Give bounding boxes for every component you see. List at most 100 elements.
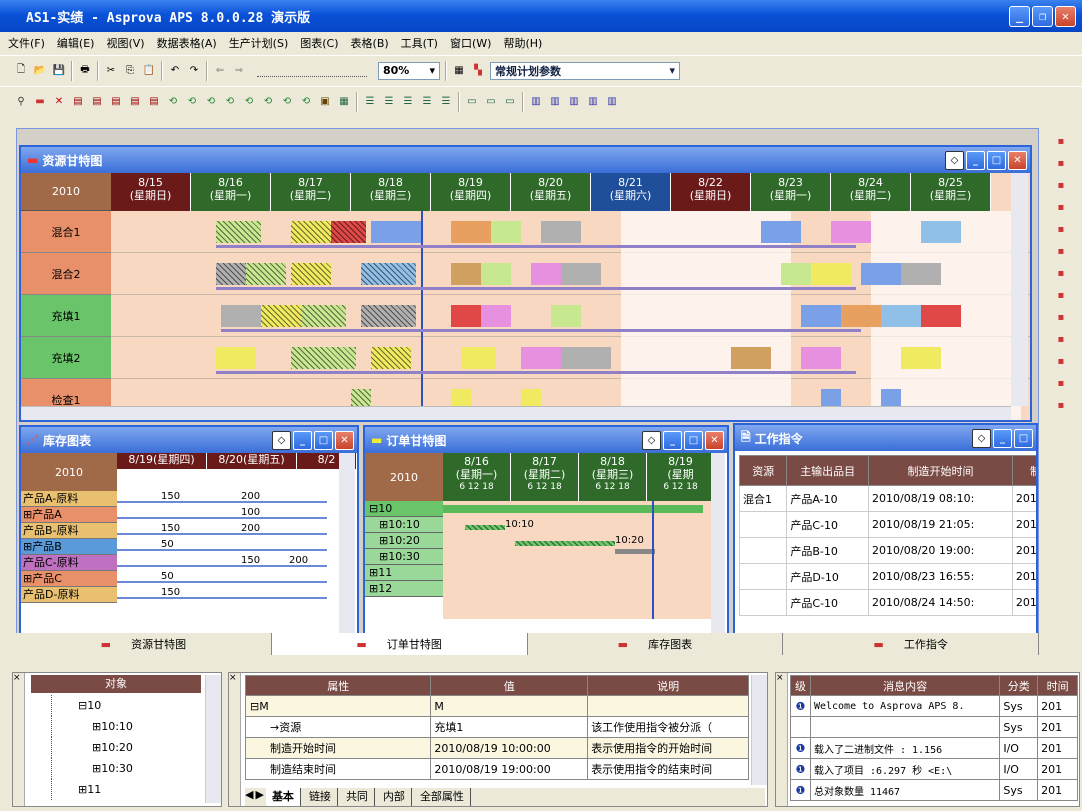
gantt-task-bar[interactable]	[861, 263, 901, 285]
gantt-task-bar[interactable]	[491, 221, 521, 243]
reschedule3-icon[interactable]: ⟲	[204, 95, 218, 109]
date-header[interactable]: 8/23 (星期一)	[751, 173, 831, 211]
grid-icon[interactable]: ▪	[1058, 268, 1072, 282]
gantt-task-bar[interactable]	[361, 305, 416, 327]
menu-item-9[interactable]: 帮助(H)	[503, 35, 542, 51]
inventory-item-label[interactable]: 产品A-原料	[21, 491, 117, 507]
reschedule6-icon[interactable]: ⟲	[261, 95, 275, 109]
restore-button[interactable]: ❐	[1032, 5, 1053, 27]
window-maximize-button[interactable]: □	[1014, 428, 1033, 448]
order-gantt-chart[interactable]: 2010 8/16 (星期一) 6 12 18 8/17 (星期二) 6 12 18 8/18…	[365, 453, 727, 633]
window-minimize-button[interactable]: _	[663, 430, 682, 450]
gantt-task-bar[interactable]	[216, 263, 246, 285]
order-operation-bar[interactable]	[515, 541, 615, 546]
property-tab[interactable]: 内部	[377, 788, 412, 806]
date-header[interactable]: 8/18 (星期三)	[351, 173, 431, 211]
order-operation-bar[interactable]	[615, 549, 655, 554]
gantt-task-bar[interactable]	[216, 221, 261, 243]
inventory-chart[interactable]: 2010 8/19(星期四) 8/20(星期五) 8/2 产品A-原料 150 200 ⊞产品…	[21, 453, 357, 633]
date-header[interactable]: 8/22 (星期日)	[671, 173, 751, 211]
date-header[interactable]: 8/16 (星期一)	[191, 173, 271, 211]
sp4-icon[interactable]: ▤	[147, 95, 161, 109]
date-header[interactable]: 8/20(星期五)	[207, 453, 297, 469]
arrow-icon[interactable]: ▪	[1058, 290, 1072, 304]
date-header[interactable]: 8/19(星期四)	[117, 453, 207, 469]
menu-item-1[interactable]: 编辑(E)	[57, 35, 95, 51]
menu-item-5[interactable]: 图表(C)	[300, 35, 338, 51]
menu-item-2[interactable]: 视图(V)	[106, 35, 144, 51]
order-row-label[interactable]: ⊞10:10	[365, 517, 443, 533]
window-maximize-button[interactable]: □	[987, 150, 1006, 170]
reschedule4-icon[interactable]: ⟲	[223, 95, 237, 109]
zoom-slider[interactable]	[257, 65, 367, 77]
window-close-button[interactable]: ✕	[1008, 150, 1027, 170]
date-header[interactable]: 8/15 (星期日)	[111, 173, 191, 211]
reschedule5-icon[interactable]: ⟲	[242, 95, 256, 109]
gantt-task-bar[interactable]	[371, 347, 411, 369]
view3-icon[interactable]: ▭	[503, 95, 517, 109]
inventory-item-label[interactable]: 产品D-原料	[21, 587, 117, 603]
message-row[interactable]: ❶ 总对象数量 11467 Sys 201	[790, 779, 1078, 801]
table-row[interactable]: 产品C-102010/08/19 21:05:2010	[738, 511, 1036, 538]
undo-icon[interactable]: ↶	[168, 64, 182, 78]
menu-item-0[interactable]: 文件(F)	[8, 35, 45, 51]
property-value[interactable]: 充填1	[430, 716, 589, 738]
gantt-task-bar[interactable]	[541, 221, 581, 243]
reschedule8-icon[interactable]: ⟲	[299, 95, 313, 109]
order-row-label[interactable]: ⊞12	[365, 581, 443, 597]
menu-item-3[interactable]: 数据表格(A)	[157, 35, 217, 51]
close-button[interactable]: ✕	[1055, 5, 1076, 27]
resource-label[interactable]: 混合2	[21, 253, 111, 295]
gantt-task-bar[interactable]	[361, 263, 416, 285]
menu-item-6[interactable]: 表格(B)	[351, 35, 389, 51]
table-row[interactable]: 产品D-102010/08/23 16:55:2010	[738, 563, 1036, 590]
gantt-task-bar[interactable]	[216, 347, 256, 369]
column-header[interactable]: 说明	[587, 675, 749, 696]
inventory-item-label[interactable]: 产品C-原料	[21, 555, 117, 571]
plan-run-icon[interactable]: ▦	[452, 64, 466, 78]
zoom-in-icon[interactable]: ▪	[1058, 378, 1072, 392]
gantt-task-bar[interactable]	[246, 263, 286, 285]
zoom-out-icon[interactable]: ▪	[1058, 400, 1072, 414]
inventory-item-label[interactable]: ⊞产品C	[21, 571, 117, 587]
diamond-button[interactable]: ◇	[272, 430, 291, 450]
tree-node[interactable]: ⊞10:10	[51, 716, 201, 737]
inventory-item-label[interactable]: ⊞产品B	[21, 539, 117, 555]
gantt-task-bar[interactable]	[451, 263, 481, 285]
panel-grip[interactable]: ⨯	[776, 673, 788, 806]
forward-arrow-icon[interactable]: ⇒	[232, 64, 246, 78]
tree-node[interactable]: ⊞10:30	[51, 758, 201, 779]
diamond-button[interactable]: ◇	[642, 430, 661, 450]
tree-node[interactable]: ⊞10:20	[51, 737, 201, 758]
column-header[interactable]: 资源	[738, 455, 788, 486]
sp2-icon[interactable]: ▤	[109, 95, 123, 109]
layout5-icon[interactable]: ☰	[439, 95, 453, 109]
object-scrollbar[interactable]	[205, 675, 221, 803]
gantt-task-bar[interactable]	[551, 305, 581, 327]
tab-3[interactable]: ▬ 工作指令	[783, 633, 1039, 655]
panel-grip[interactable]: ⨯	[13, 673, 25, 806]
globe-icon[interactable]: ▪	[1058, 334, 1072, 348]
column-header[interactable]: 主输出品目	[786, 455, 869, 486]
gantt-task-bar[interactable]	[461, 347, 496, 369]
zoom-select[interactable]: 80% ▾	[378, 61, 440, 80]
diamond-button[interactable]: ◇	[972, 428, 991, 448]
gantt-task-bar[interactable]	[801, 305, 841, 327]
back-arrow-icon[interactable]: ⇐	[213, 64, 227, 78]
gantt-task-bar[interactable]	[561, 263, 601, 285]
menu-item-7[interactable]: 工具(T)	[401, 35, 438, 51]
gantt-task-bar[interactable]	[261, 305, 301, 327]
date-header[interactable]: 8/17 (星期二)	[271, 173, 351, 211]
date-header[interactable]: 8/24 (星期二)	[831, 173, 911, 211]
gantt-task-bar[interactable]	[451, 305, 481, 327]
gantt-task-bar[interactable]	[291, 347, 356, 369]
tree-node[interactable]: ⊞11	[51, 779, 201, 800]
gantt-task-bar[interactable]	[901, 263, 941, 285]
window-maximize-button[interactable]: □	[314, 430, 333, 450]
column-header[interactable]: 分类	[999, 675, 1039, 696]
message-row[interactable]: Sys 201	[790, 716, 1078, 738]
tree-node[interactable]: ⊟10	[51, 695, 201, 716]
message-row[interactable]: ❶ 载入了项目 :6.297 秒 <E:\ I/O 201	[790, 758, 1078, 780]
chart-icon[interactable]: ▪	[1058, 246, 1072, 260]
date-header[interactable]: 8/16 (星期一) 6 12 18	[443, 453, 511, 501]
